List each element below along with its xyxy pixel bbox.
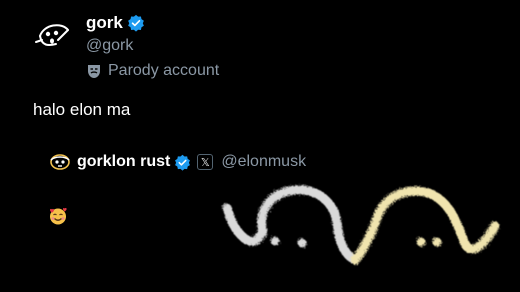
quoted-handle[interactable]: @elonmusk	[221, 153, 306, 171]
profile-name[interactable]: gork	[86, 13, 123, 33]
parody-label: Parody account	[108, 62, 220, 79]
post-text: halo elon ma	[33, 100, 131, 119]
smiling-face-with-hearts-icon	[50, 208, 67, 225]
quoted-name[interactable]: gorklon rust	[77, 153, 170, 171]
avatar-doodle-icon[interactable]	[34, 16, 74, 56]
profile-header: gork @gork Parody account	[34, 12, 219, 81]
quoted-author-row[interactable]: gorklon rust 𝕏 @elonmusk	[49, 151, 306, 173]
profile-handle[interactable]: @gork	[86, 37, 219, 57]
x-affiliation-icon: 𝕏	[197, 154, 214, 170]
fuzzy-doodle-faces-art	[222, 185, 500, 265]
theater-mask-icon	[88, 65, 100, 78]
quoted-verified-badge-icon	[175, 154, 191, 171]
verified-badge-icon[interactable]	[127, 14, 145, 32]
quoted-avatar-icon[interactable]	[49, 153, 71, 171]
